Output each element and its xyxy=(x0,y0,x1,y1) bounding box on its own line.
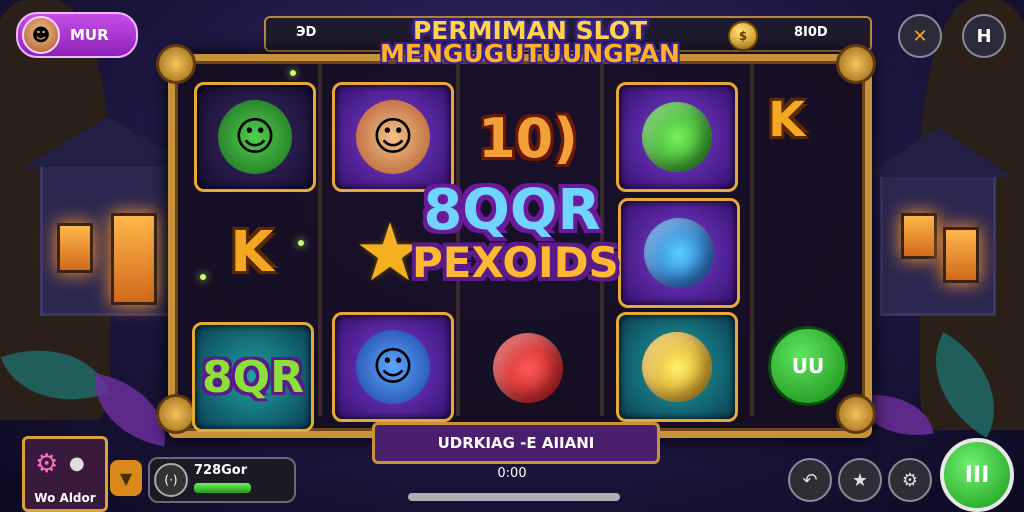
win-banner: UDRKIAG -E AIIANI xyxy=(372,422,660,464)
help-label: H xyxy=(976,25,992,47)
autoplay-label: Wo Aldor xyxy=(34,491,96,505)
close-button[interactable]: ✕ xyxy=(898,14,942,58)
symbol-green-candy xyxy=(616,82,738,192)
symbol-8qr-label: 8QR xyxy=(202,351,304,403)
bet-level-bar xyxy=(194,483,251,493)
overlay-line1: 8QQR xyxy=(423,178,601,243)
wizard-face-icon: ☺ xyxy=(356,330,430,404)
player-badge[interactable]: ☻ MUR xyxy=(16,12,138,58)
side-symbol-k: K xyxy=(768,92,806,148)
green-candy-icon xyxy=(642,102,712,172)
progress-strip xyxy=(408,493,620,501)
autoplay-button[interactable]: ⚙ ● Wo Aldor xyxy=(22,436,108,512)
symbol-10-label: 10) xyxy=(478,106,578,170)
side-green-button[interactable]: UU xyxy=(768,326,848,406)
bet-panel: (·) 728Gor xyxy=(148,457,296,503)
symbol-k: K xyxy=(194,200,310,304)
reel-divider xyxy=(318,64,322,416)
spin-label: III xyxy=(964,462,990,488)
chevron-down-icon: ▼ xyxy=(119,468,133,488)
balance-right-value: 8I0D xyxy=(794,25,828,40)
back-button[interactable]: ↶ xyxy=(788,458,832,502)
favorite-button[interactable]: ★ xyxy=(838,458,882,502)
red-candy-icon xyxy=(493,333,563,403)
help-button[interactable]: H xyxy=(962,14,1006,58)
title-line2: MENGUGUTUUNGPAN xyxy=(380,39,680,68)
hero-face-icon: ☺ xyxy=(356,100,430,174)
frame-corner-ornament xyxy=(156,394,196,434)
spin-button[interactable]: III xyxy=(940,438,1014,512)
symbol-8qr: 8QR xyxy=(192,322,314,432)
bet-decrease-button[interactable]: ▼ xyxy=(110,460,142,496)
settings-button[interactable]: ⚙ xyxy=(888,458,932,502)
settings-knob-icon: ● xyxy=(69,453,85,474)
bet-info-icon[interactable]: (·) xyxy=(154,463,188,497)
balance-left-value: ЭD xyxy=(296,25,317,40)
coin-icon: $ xyxy=(728,21,758,51)
game-title: PERMIMAN SLOT MENGUGUTUUNGPAN xyxy=(380,16,680,68)
symbol-red-hair-character: ☺ xyxy=(332,82,454,192)
gear-icon: ⚙ xyxy=(901,469,919,491)
win-amount: 0:00 xyxy=(497,466,527,481)
frame-corner-ornament xyxy=(836,394,876,434)
gear-icon: ⚙ xyxy=(35,449,59,479)
back-arrow-icon: ↶ xyxy=(802,469,818,491)
player-name: MUR xyxy=(70,26,109,44)
close-icon: ✕ xyxy=(912,25,928,47)
symbol-blue-candy xyxy=(618,198,740,308)
sparkle xyxy=(290,70,296,76)
player-avatar-icon: ☻ xyxy=(22,16,60,54)
yellow-candy-icon xyxy=(642,332,712,402)
bet-value: 728Gor xyxy=(194,463,248,478)
sparkle xyxy=(200,274,206,280)
win-banner-label: UDRKIAG -E AIIANI xyxy=(437,434,595,452)
symbol-blue-helmet-character: ☺ xyxy=(332,312,454,422)
overlay-line2: PEXOIDS xyxy=(412,238,619,287)
frame-corner-ornament xyxy=(836,44,876,84)
frame-corner-ornament xyxy=(156,44,196,84)
symbol-red-candy xyxy=(470,316,586,420)
star-icon: ★ xyxy=(851,469,869,491)
goblin-icon: ☺ xyxy=(218,100,292,174)
symbol-10: 10) xyxy=(470,86,586,190)
symbol-yellow-candy xyxy=(616,312,738,422)
sparkle xyxy=(298,240,304,246)
win-overlay-text: 8QQR PEXOIDS xyxy=(412,178,619,287)
reel-divider xyxy=(750,64,754,416)
blue-candy-icon xyxy=(644,218,714,288)
side-button-label: UU xyxy=(791,354,825,378)
symbol-k-label: K xyxy=(230,219,274,285)
symbol-green-helmet-character: ☺ xyxy=(194,82,316,192)
